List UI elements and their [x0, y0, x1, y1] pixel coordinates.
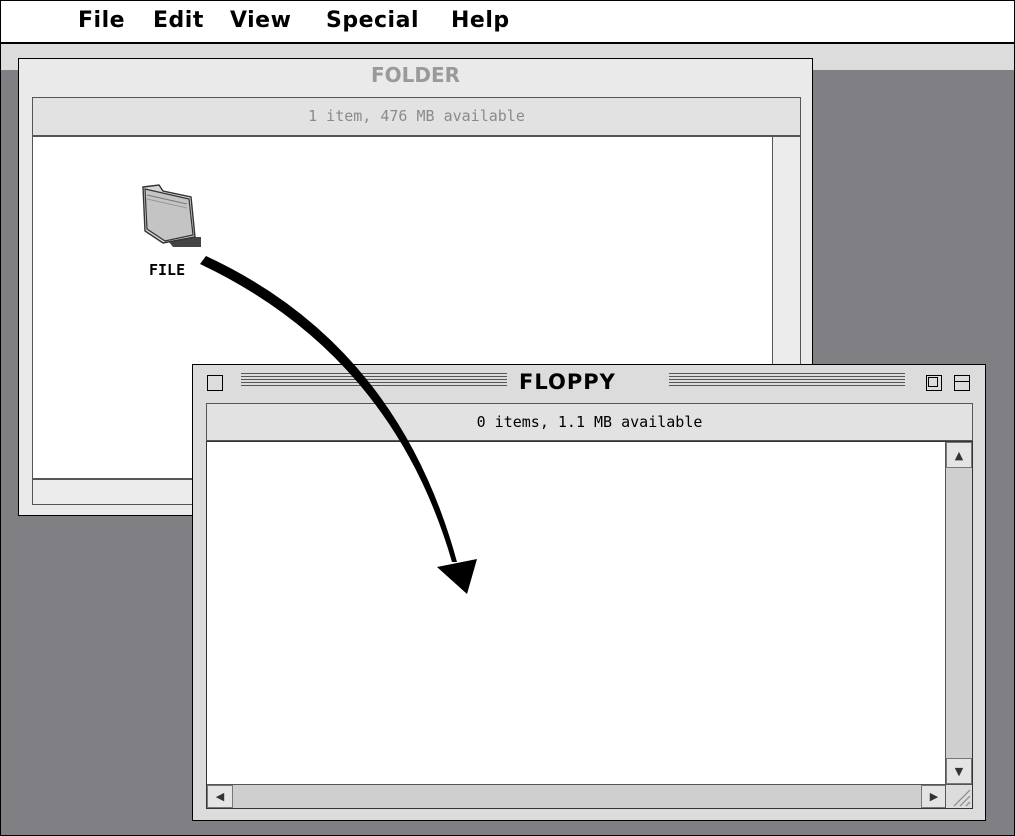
drag-arrow-icon — [200, 256, 477, 594]
